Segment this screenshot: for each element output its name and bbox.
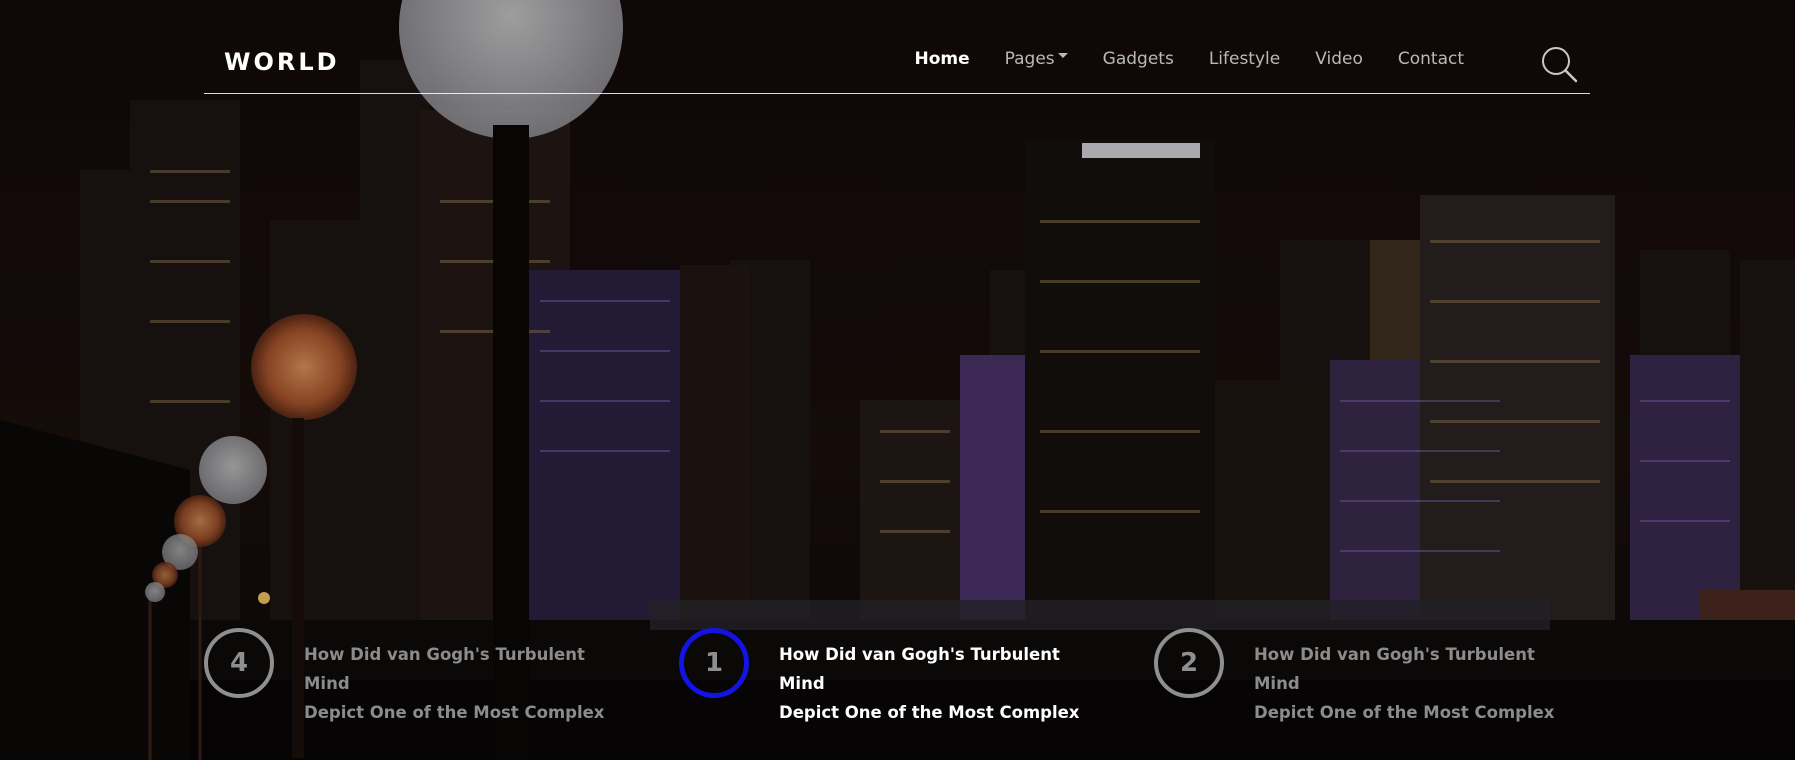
chevron-down-icon <box>1057 52 1068 58</box>
site-logo[interactable]: WORLD <box>224 48 340 76</box>
nav-item-pages-label: Pages <box>1004 49 1055 69</box>
nav-item-home[interactable]: Home <box>914 49 969 69</box>
slide-number: 1 <box>679 628 749 698</box>
slide-title-line1: How Did van Gogh's Turbulent Mind <box>1254 645 1535 693</box>
slide-title-line2: Depict One of the Most Complex <box>779 703 1080 722</box>
nav-item-pages[interactable]: Pages <box>1005 49 1068 69</box>
slide-title-line1: How Did van Gogh's Turbulent Mind <box>779 645 1060 693</box>
search-icon[interactable] <box>1540 45 1580 85</box>
nav-item-lifestyle[interactable]: Lifestyle <box>1209 49 1280 69</box>
nav-item-gadgets[interactable]: Gadgets <box>1103 49 1174 69</box>
slide-tab-2[interactable]: 2 How Did van Gogh's Turbulent Mind Depi… <box>1154 628 1574 727</box>
slide-tab-4[interactable]: 4 How Did van Gogh's Turbulent Mind Depi… <box>204 628 624 727</box>
slide-tab-1[interactable]: 1 How Did van Gogh's Turbulent Mind Depi… <box>679 628 1099 727</box>
slide-title: How Did van Gogh's Turbulent Mind Depict… <box>779 640 1099 727</box>
slide-title-line2: Depict One of the Most Complex <box>304 703 605 722</box>
nav-item-contact[interactable]: Contact <box>1398 49 1464 69</box>
site-header: WORLD Home Pages Gadgets Lifestyle Video… <box>204 0 1590 94</box>
slide-number: 4 <box>204 628 274 698</box>
nav-item-video[interactable]: Video <box>1315 49 1363 69</box>
slide-title: How Did van Gogh's Turbulent Mind Depict… <box>304 640 624 727</box>
main-nav: Home Pages Gadgets Lifestyle Video Conta… <box>879 49 1464 69</box>
slide-title-line2: Depict One of the Most Complex <box>1254 703 1555 722</box>
slide-title: How Did van Gogh's Turbulent Mind Depict… <box>1254 640 1574 727</box>
slide-number: 2 <box>1154 628 1224 698</box>
slider-tabs: 4 How Did van Gogh's Turbulent Mind Depi… <box>0 628 1795 722</box>
slide-title-line1: How Did van Gogh's Turbulent Mind <box>304 645 585 693</box>
